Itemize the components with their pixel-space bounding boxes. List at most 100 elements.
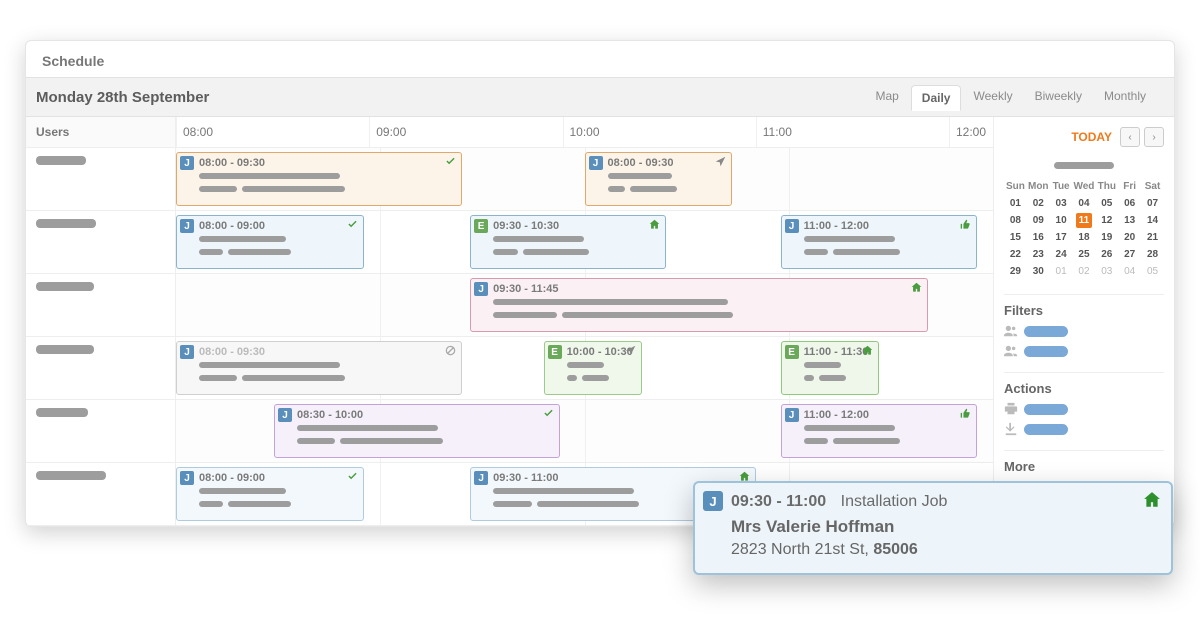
job-badge: J (785, 408, 799, 422)
schedule-event[interactable]: E11:00 - 11:30 (781, 341, 879, 395)
action-item-download[interactable] (1004, 422, 1164, 436)
user-row: J 09:30 - 11:45 (26, 274, 993, 337)
calendar-day[interactable]: 05 (1141, 263, 1164, 280)
calendar-day[interactable]: 23 (1027, 246, 1050, 263)
calendar-day[interactable]: 07 (1141, 195, 1164, 212)
today-button[interactable]: TODAY (1071, 130, 1112, 144)
cancel-icon (445, 345, 456, 359)
calendar-day[interactable]: 03 (1095, 263, 1118, 280)
calendar-day[interactable]: 06 (1118, 195, 1141, 212)
hour-header-0800: 08:00 (176, 117, 369, 147)
calendar-day[interactable]: 08 (1004, 212, 1027, 229)
timeline-track[interactable]: J 09:30 - 11:45 (176, 274, 993, 336)
filter-item[interactable] (1004, 344, 1164, 358)
user-label[interactable] (26, 274, 176, 336)
timeline-track[interactable]: J08:00 - 09:30 E10:00 - 10:30 E11:00 - 11:… (176, 337, 993, 399)
job-badge: J (589, 156, 603, 170)
schedule-event[interactable]: J11:00 - 12:00 (781, 404, 977, 458)
user-label[interactable] (26, 400, 176, 462)
month-label (1004, 153, 1164, 178)
calendar-dow: Sun (1004, 178, 1027, 195)
user-row: J08:00 - 09:30 J08:00 - 09:30 (26, 148, 993, 211)
calendar-day[interactable]: 26 (1095, 246, 1118, 263)
action-item-print[interactable] (1004, 402, 1164, 416)
calendar-day[interactable]: 19 (1095, 229, 1118, 246)
user-label[interactable] (26, 148, 176, 210)
calendar-day[interactable]: 14 (1141, 212, 1164, 229)
calendar-day[interactable]: 04 (1118, 263, 1141, 280)
calendar-dow: Fri (1118, 178, 1141, 195)
check-icon (347, 219, 358, 233)
timeline-track[interactable]: J08:00 - 09:30 J08:00 - 09:30 (176, 148, 993, 210)
schedule-event[interactable]: E10:00 - 10:30 (544, 341, 642, 395)
calendar-day[interactable]: 18 (1073, 229, 1096, 246)
schedule-event[interactable]: J11:00 - 12:00 (781, 215, 977, 269)
filter-item[interactable] (1004, 324, 1164, 338)
calendar-day[interactable]: 30 (1027, 263, 1050, 280)
calendar-day[interactable]: 28 (1141, 246, 1164, 263)
users-column-header: Users (26, 117, 176, 147)
job-badge: J (703, 491, 723, 511)
calendar-day[interactable]: 02 (1027, 195, 1050, 212)
tab-weekly[interactable]: Weekly (963, 84, 1022, 110)
calendar-day[interactable]: 27 (1118, 246, 1141, 263)
schedule-event[interactable]: J08:00 - 09:00 (176, 467, 364, 521)
schedule-event[interactable]: E09:30 - 10:30 (470, 215, 666, 269)
calendar-day[interactable]: 29 (1004, 263, 1027, 280)
hour-header-1100: 11:00 (756, 117, 949, 147)
tab-daily[interactable]: Daily (911, 85, 962, 111)
popup-time: 09:30 - 11:00 (731, 493, 826, 510)
calendar-day[interactable]: 10 (1050, 212, 1073, 229)
calendar-day[interactable]: 15 (1004, 229, 1027, 246)
calendar-day[interactable]: 03 (1050, 195, 1073, 212)
user-row: J08:00 - 09:00 E09:30 - 10:30 J11:00 - 12:… (26, 211, 993, 274)
calendar-day[interactable]: 01 (1050, 263, 1073, 280)
schedule-event[interactable]: J08:00 - 09:30 (176, 152, 462, 206)
calendar-day[interactable]: 24 (1050, 246, 1073, 263)
calendar-day[interactable]: 16 (1027, 229, 1050, 246)
calendar-dow: Sat (1141, 178, 1164, 195)
tab-map[interactable]: Map (865, 84, 908, 110)
check-icon (445, 156, 456, 170)
view-tabs: Map Daily Weekly Biweekly Monthly (865, 84, 1156, 110)
prev-button[interactable]: ‹ (1120, 127, 1140, 147)
people-icon (1004, 324, 1018, 338)
job-badge: J (474, 282, 488, 296)
calendar-day[interactable]: 12 (1095, 212, 1118, 229)
calendar-day[interactable]: 04 (1073, 195, 1096, 212)
timeline-track[interactable]: J08:30 - 10:00 J11:00 - 12:00 (176, 400, 993, 462)
user-label[interactable] (26, 211, 176, 273)
user-label[interactable] (26, 463, 176, 525)
popup-customer-name: Mrs Valerie Hoffman (731, 517, 1159, 537)
schedule-event[interactable]: J08:00 - 09:30 (585, 152, 732, 206)
calendar-day[interactable]: 21 (1141, 229, 1164, 246)
calendar-day[interactable]: 25 (1073, 246, 1096, 263)
event-popup[interactable]: J 09:30 - 11:00 Installation Job Mrs Val… (693, 481, 1173, 575)
calendar-day[interactable]: 22 (1004, 246, 1027, 263)
popup-job-type: Installation Job (841, 493, 948, 510)
calendar-day[interactable]: 13 (1118, 212, 1141, 229)
calendar-day[interactable]: 05 (1095, 195, 1118, 212)
calendar-day[interactable]: 11 (1073, 212, 1096, 229)
schedule-event[interactable]: J08:30 - 10:00 (274, 404, 560, 458)
date-label: Monday 28th September (36, 89, 209, 106)
calendar-day[interactable]: 02 (1073, 263, 1096, 280)
mini-calendar[interactable]: SunMonTueWedThuFriSat 010203040506070809… (1004, 178, 1164, 280)
calendar-day[interactable]: 01 (1004, 195, 1027, 212)
timeline-track[interactable]: J08:00 - 09:00 E09:30 - 10:30 J11:00 - 12:… (176, 211, 993, 273)
tab-biweekly[interactable]: Biweekly (1025, 84, 1092, 110)
schedule-event[interactable]: J 09:30 - 11:45 (470, 278, 928, 332)
calendar-day[interactable]: 17 (1050, 229, 1073, 246)
calendar-day[interactable]: 20 (1118, 229, 1141, 246)
event-time: 09:30 - 11:45 (493, 283, 921, 295)
timeline-header: Users 08:00 09:00 10:00 11:00 12:00 (26, 117, 993, 148)
schedule-event[interactable]: J08:00 - 09:00 (176, 215, 364, 269)
schedule-event[interactable]: J08:00 - 09:30 (176, 341, 462, 395)
check-icon (347, 471, 358, 485)
tab-monthly[interactable]: Monthly (1094, 84, 1156, 110)
user-label[interactable] (26, 337, 176, 399)
calendar-day[interactable]: 09 (1027, 212, 1050, 229)
popup-title-line: 09:30 - 11:00 Installation Job (731, 493, 1159, 511)
next-button[interactable]: › (1144, 127, 1164, 147)
event-time: 11:00 - 12:00 (804, 220, 970, 232)
